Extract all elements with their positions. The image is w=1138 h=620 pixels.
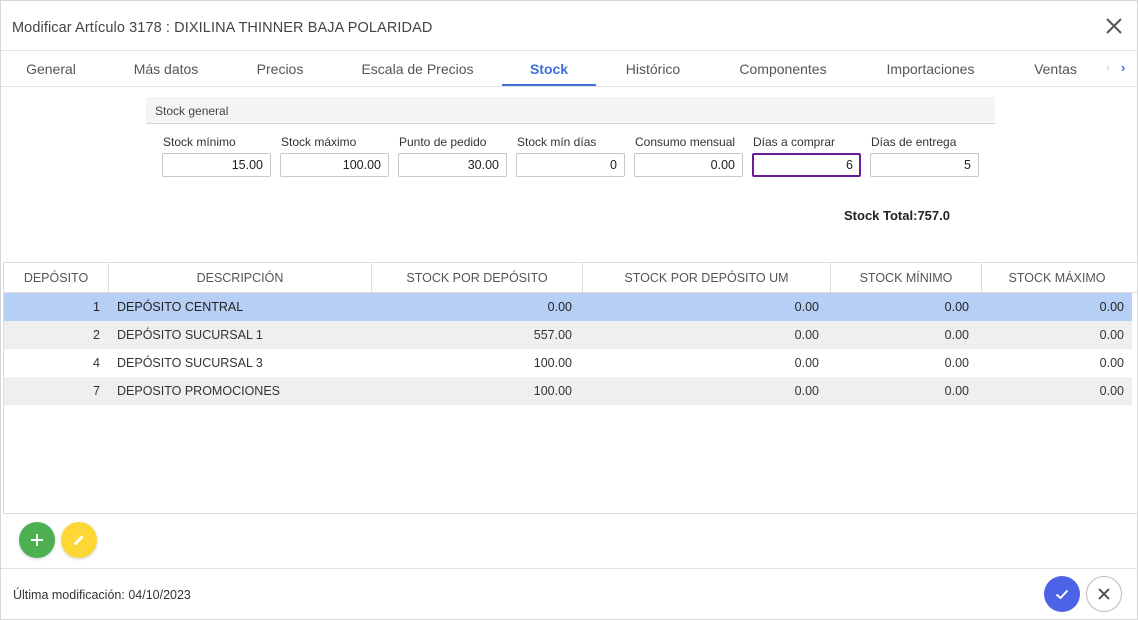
tab-componentes[interactable]: Componentes xyxy=(726,51,840,87)
table-scrollbar[interactable] xyxy=(1132,293,1137,413)
stock-maximo-field[interactable]: 100.00 xyxy=(280,153,389,177)
tab-precios[interactable]: Precios xyxy=(241,51,319,87)
close-icon[interactable] xyxy=(1103,15,1125,37)
deposits-table: DEPÓSITO DESCRIPCIÓN STOCK POR DEPÓSITO … xyxy=(3,262,1138,514)
dialog-header: Modificar Artículo 3178 : DIXILINA THINN… xyxy=(1,1,1137,51)
stock-minimo-field[interactable]: 15.00 xyxy=(162,153,271,177)
cell-minimo: 0.00 xyxy=(944,356,969,370)
cancel-button[interactable] xyxy=(1086,576,1122,612)
stock-total-value: 757.0 xyxy=(917,208,950,223)
col-stock-maximo[interactable]: STOCK MÁXIMO xyxy=(982,263,1132,293)
cell-minimo: 0.00 xyxy=(944,384,969,398)
cell-descripcion: DEPÓSITO SUCURSAL 3 xyxy=(117,356,263,370)
confirm-button[interactable] xyxy=(1044,576,1080,612)
section-title: Stock general xyxy=(155,104,229,118)
cell-deposito: 1 xyxy=(93,300,100,314)
chevron-right-icon[interactable]: › xyxy=(1121,60,1125,75)
dias-de-entrega-label: Días de entrega xyxy=(871,135,957,149)
col-stock-minimo[interactable]: STOCK MÍNIMO xyxy=(831,263,982,293)
plus-icon xyxy=(31,534,43,546)
pencil-icon xyxy=(74,535,84,545)
tab-bar: General Más datos Precios Escala de Prec… xyxy=(1,51,1137,87)
punto-de-pedido-field[interactable]: 30.00 xyxy=(398,153,507,177)
tab-stock[interactable]: Stock xyxy=(502,51,596,86)
cell-stock-um: 0.00 xyxy=(794,356,819,370)
cell-descripcion: DEPOSITO PROMOCIONES xyxy=(117,384,280,398)
tab-ventas[interactable]: Ventas xyxy=(1023,51,1088,87)
cell-stock-um: 0.00 xyxy=(794,384,819,398)
cell-descripcion: DEPÓSITO SUCURSAL 1 xyxy=(117,328,263,342)
cell-maximo: 0.00 xyxy=(1099,384,1124,398)
cell-stock: 0.00 xyxy=(547,300,572,314)
cell-deposito: 2 xyxy=(93,328,100,342)
cell-stock: 100.00 xyxy=(533,356,572,370)
tab-general[interactable]: General xyxy=(16,51,86,87)
stock-maximo-label: Stock máximo xyxy=(281,135,357,149)
cell-stock: 100.00 xyxy=(533,384,572,398)
col-stock-por-deposito[interactable]: STOCK POR DEPÓSITO xyxy=(372,263,583,293)
consumo-mensual-label: Consumo mensual xyxy=(635,135,736,149)
stock-minimo-label: Stock mínimo xyxy=(163,135,236,149)
cell-maximo: 0.00 xyxy=(1099,300,1124,314)
dias-a-comprar-label: Días a comprar xyxy=(753,135,836,149)
table-row[interactable]: 1 DEPÓSITO CENTRAL 0.00 0.00 0.00 0.00 xyxy=(4,293,1132,321)
cell-stock: 557.00 xyxy=(533,328,572,342)
stock-general-header: Stock general xyxy=(146,97,995,124)
modify-article-dialog: Modificar Artículo 3178 : DIXILINA THINN… xyxy=(0,0,1138,620)
chevron-left-icon[interactable]: ‹ xyxy=(1106,60,1110,75)
stock-min-dias-label: Stock mín días xyxy=(517,135,597,149)
dias-a-comprar-field[interactable]: 6 xyxy=(752,153,861,177)
cell-minimo: 0.00 xyxy=(944,300,969,314)
cell-maximo: 0.00 xyxy=(1099,328,1124,342)
dias-de-entrega-field[interactable]: 5 xyxy=(870,153,979,177)
table-row[interactable]: 7 DEPOSITO PROMOCIONES 100.00 0.00 0.00 … xyxy=(4,377,1132,405)
cell-maximo: 0.00 xyxy=(1099,356,1124,370)
cell-minimo: 0.00 xyxy=(944,328,969,342)
cell-descripcion: DEPÓSITO CENTRAL xyxy=(117,300,244,314)
tab-mas-datos[interactable]: Más datos xyxy=(121,51,211,87)
last-modified: Última modificación: 04/10/2023 xyxy=(13,588,191,602)
tab-historico[interactable]: Histórico xyxy=(613,51,693,87)
cell-deposito: 4 xyxy=(93,356,100,370)
table-header: DEPÓSITO DESCRIPCIÓN STOCK POR DEPÓSITO … xyxy=(4,263,1137,293)
stock-total-label: Stock Total: xyxy=(844,208,918,223)
tab-importaciones[interactable]: Importaciones xyxy=(873,51,988,87)
dialog-footer: Última modificación: 04/10/2023 xyxy=(1,568,1137,620)
stock-total: Stock Total:757.0 xyxy=(844,208,950,223)
check-icon xyxy=(1055,589,1069,600)
add-button[interactable] xyxy=(19,522,55,558)
cell-deposito: 7 xyxy=(93,384,100,398)
table-row[interactable]: 2 DEPÓSITO SUCURSAL 1 557.00 0.00 0.00 0… xyxy=(4,321,1132,349)
cell-stock-um: 0.00 xyxy=(794,300,819,314)
tab-escala-de-precios[interactable]: Escala de Precios xyxy=(351,51,484,87)
dialog-title: Modificar Artículo 3178 : DIXILINA THINN… xyxy=(12,20,433,36)
col-descripcion[interactable]: DESCRIPCIÓN xyxy=(109,263,372,293)
punto-de-pedido-label: Punto de pedido xyxy=(399,135,487,149)
table-row[interactable]: 4 DEPÓSITO SUCURSAL 3 100.00 0.00 0.00 0… xyxy=(4,349,1132,377)
cell-stock-um: 0.00 xyxy=(794,328,819,342)
consumo-mensual-field[interactable]: 0.00 xyxy=(634,153,743,177)
close-icon xyxy=(1098,588,1110,600)
col-stock-por-deposito-um[interactable]: STOCK POR DEPÓSITO UM xyxy=(583,263,831,293)
stock-min-dias-field[interactable]: 0 xyxy=(516,153,625,177)
tab-scroll-arrows: ‹ › xyxy=(1101,51,1137,86)
edit-button[interactable] xyxy=(61,522,97,558)
col-deposito[interactable]: DEPÓSITO xyxy=(4,263,109,293)
